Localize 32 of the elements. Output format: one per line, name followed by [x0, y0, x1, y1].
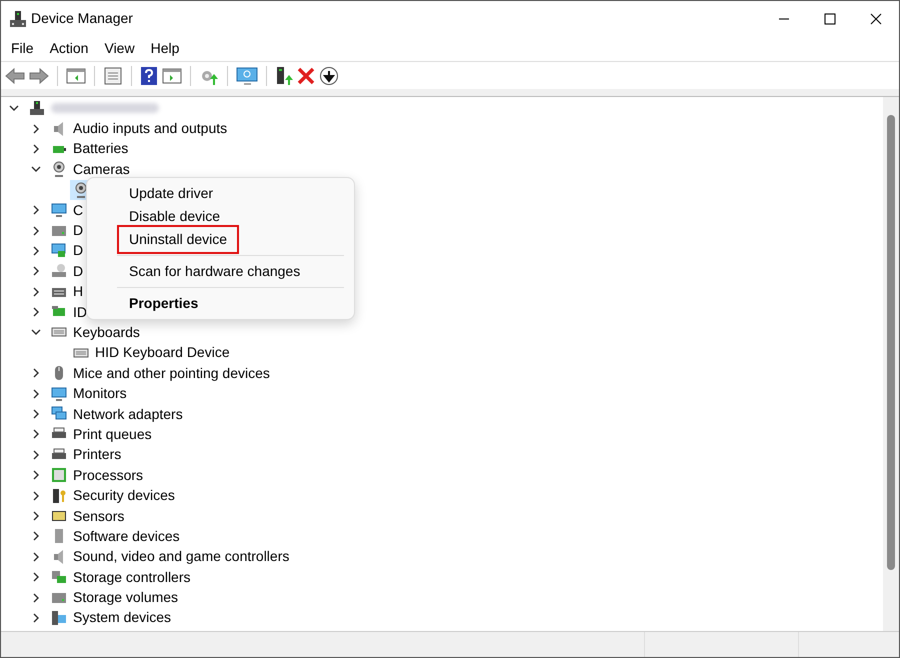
- tree-item[interactable]: HID Keyboard Device: [94, 342, 231, 364]
- window-title: Device Manager: [31, 9, 133, 28]
- tree-item[interactable]: Sensors: [72, 506, 126, 527]
- menu-item[interactable]: View: [96, 38, 143, 59]
- tree-item[interactable]: Audio inputs and outputs: [72, 118, 228, 140]
- tree-item[interactable]: System devices: [72, 607, 172, 628]
- tree-item[interactable]: Monitors: [72, 383, 128, 404]
- tree-item[interactable]: Keyboards: [72, 322, 141, 343]
- tree-item[interactable]: Storage volumes: [72, 587, 180, 608]
- tree-item[interactable]: Mice and other pointing devices: [72, 362, 271, 384]
- tree-item[interactable]: Printers: [72, 444, 122, 466]
- menu-item[interactable]: File: [3, 38, 42, 59]
- menu-item[interactable]: Properties: [117, 289, 210, 318]
- tree-item[interactable]: D: [72, 220, 84, 242]
- tree-item[interactable]: D: [72, 240, 84, 262]
- tree-item[interactable]: C: [72, 200, 84, 221]
- tree-item[interactable]: Storage controllers: [72, 566, 192, 588]
- tree-item[interactable]: Print queues: [72, 424, 153, 445]
- tree-item[interactable]: ID: [72, 302, 88, 323]
- menu-item[interactable]: Uninstall device: [117, 225, 240, 254]
- tree-item[interactable]: Sound, video and game controllers: [72, 546, 290, 568]
- menu-item[interactable]: Scan for hardware changes: [117, 257, 312, 286]
- tree-item[interactable]: Processors: [72, 464, 144, 486]
- tree-item[interactable]: Cameras: [72, 158, 131, 180]
- tree-item[interactable]: Network adapters: [72, 404, 184, 425]
- menu-item[interactable]: Help: [142, 38, 188, 59]
- tree-item[interactable]: D: [72, 260, 84, 282]
- tree-item[interactable]: Security devices: [72, 485, 176, 506]
- tree-item[interactable]: H: [72, 281, 84, 302]
- menu-item[interactable]: Action: [42, 38, 96, 59]
- tree-item[interactable]: Batteries: [72, 138, 130, 160]
- tree-item[interactable]: Software devices: [72, 526, 181, 547]
